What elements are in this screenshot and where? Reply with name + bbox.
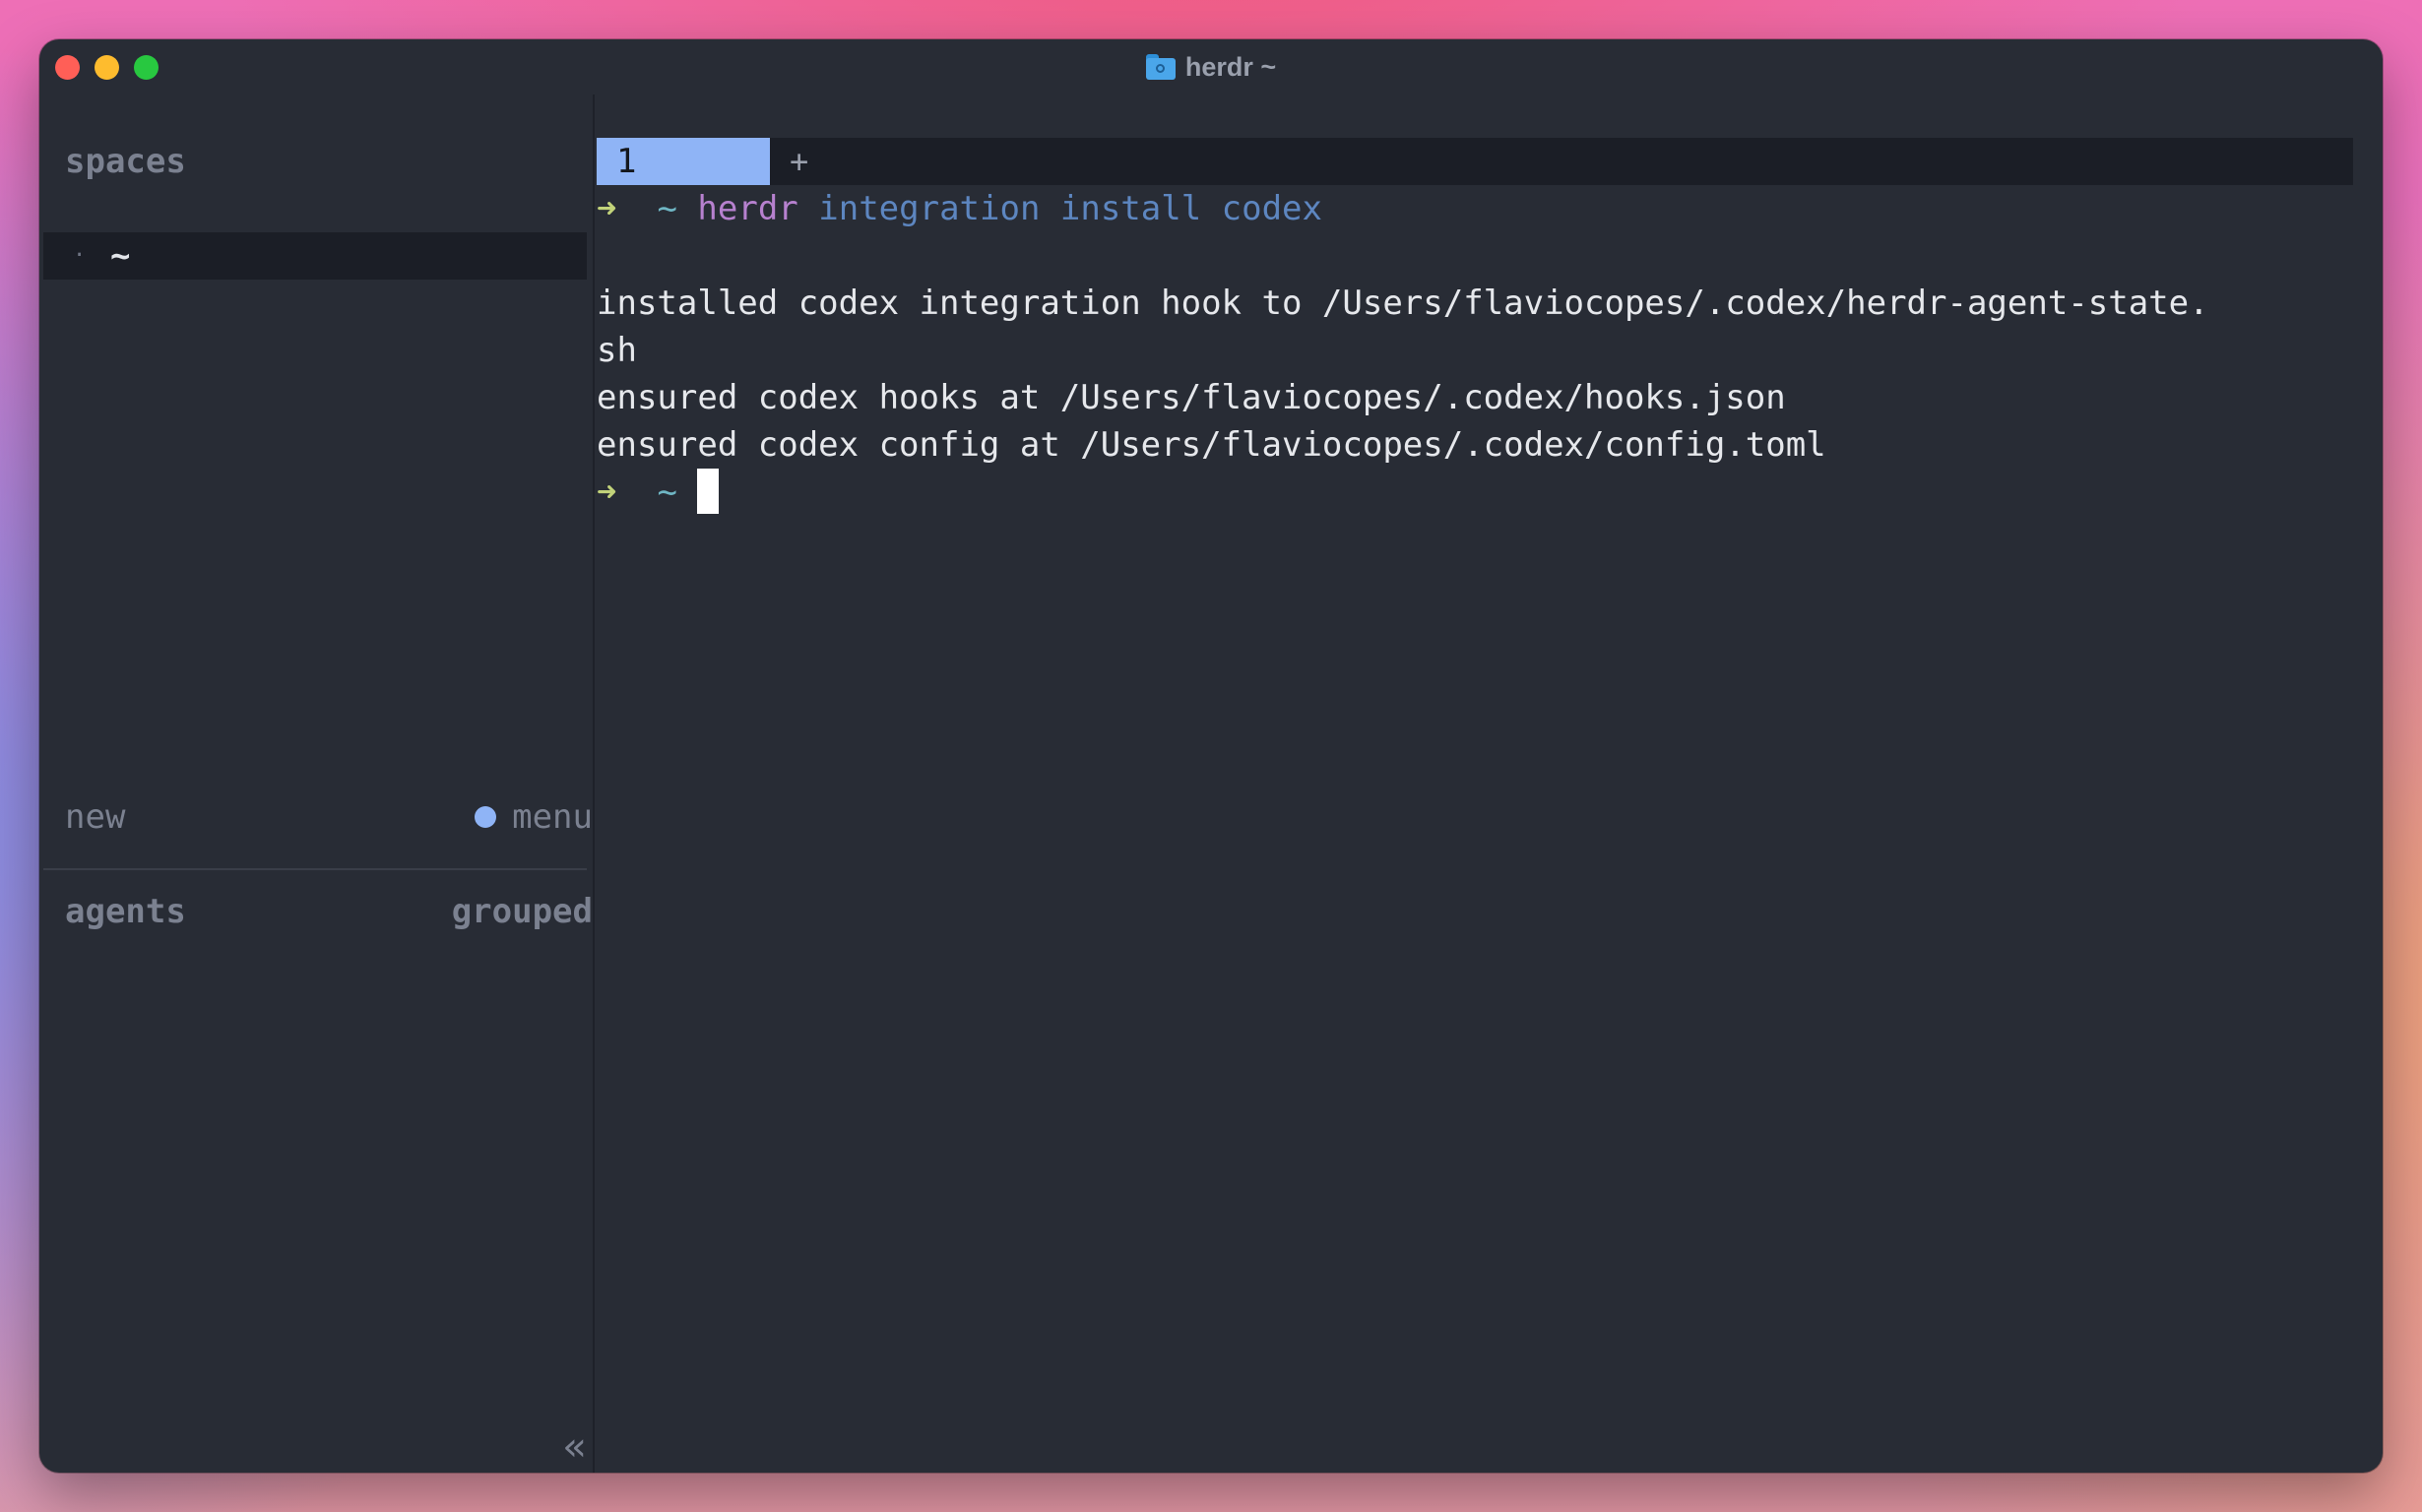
double-chevron-left-icon[interactable]: « — [563, 1425, 587, 1469]
menu-label: menu — [512, 797, 593, 837]
window-title: herdr ~ — [39, 39, 2383, 94]
prompt-arrow: ➜ — [597, 189, 617, 228]
spaces-header: spaces — [65, 142, 186, 181]
sidebar: spaces · ~ new menu agents grouped « — [39, 94, 595, 1473]
prompt-dir: ~ — [657, 472, 677, 512]
grouped-toggle[interactable]: grouped — [452, 892, 593, 931]
text-cursor — [697, 468, 720, 514]
terminal-window: herdr ~ spaces · ~ new menu agents group… — [39, 39, 2383, 1473]
space-item-home[interactable]: · ~ — [43, 232, 587, 280]
tab-bar: 1 + — [597, 138, 2353, 185]
command-line: ➜ ~ herdr integration install codex — [597, 185, 2369, 232]
prompt-arrow: ➜ — [597, 472, 617, 512]
tab-1[interactable]: 1 — [597, 138, 770, 185]
agents-header: agents — [65, 892, 186, 931]
prompt-dir: ~ — [657, 189, 677, 228]
menu-button[interactable]: menu — [475, 797, 593, 837]
space-bullet: · — [73, 243, 87, 268]
output-line: ensured codex hooks at /Users/flaviocope… — [597, 378, 1786, 417]
output-line: ensured codex config at /Users/flaviocop… — [597, 425, 1826, 465]
new-space-button[interactable]: new — [65, 797, 125, 837]
prompt-line[interactable]: ➜ ~ — [597, 468, 2369, 516]
command-args: integration install codex — [818, 189, 1322, 228]
output-line: installed codex integration hook to /Use… — [597, 284, 2209, 323]
sidebar-divider — [43, 868, 587, 870]
terminal-pane[interactable]: 1 + ➜ ~ herdr integration install codex … — [595, 94, 2383, 1473]
space-name: ~ — [110, 236, 131, 276]
status-dot-icon — [475, 806, 497, 828]
window-title-text: herdr ~ — [1184, 51, 1277, 82]
add-tab-button[interactable]: + — [790, 138, 808, 185]
title-bar[interactable]: herdr ~ — [39, 39, 2383, 94]
terminal-output[interactable]: ➜ ~ herdr integration install codex inst… — [597, 185, 2369, 516]
command-name: herdr — [697, 189, 798, 228]
folder-icon — [1145, 54, 1176, 80]
output-line: sh — [597, 331, 637, 370]
